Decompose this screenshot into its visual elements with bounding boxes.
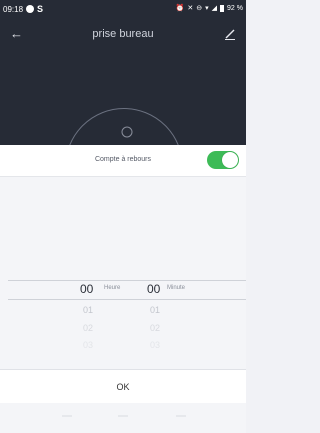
minutes-unit: Minute xyxy=(167,285,186,291)
countdown-toggle[interactable] xyxy=(207,151,239,169)
timer-panel: Compte à rebours 00 Heure 00 Minute 01 0… xyxy=(0,145,246,433)
dnd-icon: ⊖ xyxy=(196,5,203,12)
battery-percent: 92 % xyxy=(227,4,243,12)
status-left: 09:18 S xyxy=(3,4,43,14)
carrier-icon: S xyxy=(37,4,44,14)
ok-area: OK xyxy=(0,369,246,405)
nav-strip xyxy=(0,403,246,433)
nav-home-icon[interactable] xyxy=(118,415,128,417)
edit-button[interactable] xyxy=(224,27,236,45)
countdown-row: Compte à rebours xyxy=(0,145,246,177)
signal-icon: ◢ xyxy=(211,5,218,12)
alarm-icon: ⏰ xyxy=(175,5,185,12)
mute-icon: ✕ xyxy=(187,5,194,12)
ok-button[interactable]: OK xyxy=(0,370,246,404)
toggle-knob xyxy=(222,152,238,168)
nav-back-icon[interactable] xyxy=(62,415,72,417)
status-right: ⏰ ✕ ⊖ ▾ ◢ 92 % xyxy=(176,4,243,12)
app-header: ← prise bureau xyxy=(0,18,246,145)
hours-next-3[interactable]: 03 xyxy=(83,340,93,350)
hours-unit: Heure xyxy=(104,285,121,291)
status-bar: 09:18 S ⏰ ✕ ⊖ ▾ ◢ 92 % xyxy=(0,0,246,18)
minutes-next-3[interactable]: 03 xyxy=(150,340,160,350)
hours-value[interactable]: 00 xyxy=(80,280,93,298)
hours-next-1[interactable]: 01 xyxy=(83,305,93,315)
hours-next-2[interactable]: 02 xyxy=(83,323,93,333)
minutes-value[interactable]: 00 xyxy=(147,280,160,298)
minutes-next-2[interactable]: 02 xyxy=(150,323,160,333)
picker-selection-band xyxy=(8,280,246,300)
minutes-next-1[interactable]: 01 xyxy=(150,305,160,315)
notification-icon xyxy=(26,5,35,13)
status-time: 09:18 xyxy=(3,4,24,14)
nav-recents-icon[interactable] xyxy=(176,415,186,417)
battery-icon xyxy=(220,4,225,12)
power-icon[interactable] xyxy=(121,126,133,138)
wifi-icon: ▾ xyxy=(205,5,209,12)
pencil-icon xyxy=(225,29,235,40)
page-title: prise bureau xyxy=(92,28,154,40)
